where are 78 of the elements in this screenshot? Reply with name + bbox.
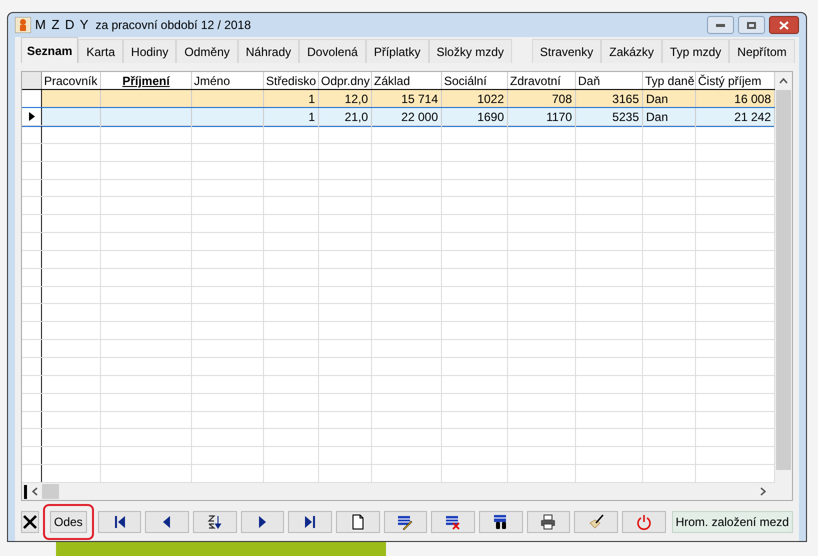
close-icon: [779, 20, 789, 30]
toolbar-button[interactable]: Odes: [50, 511, 87, 533]
tab[interactable]: Zakázky: [601, 39, 662, 63]
column-header[interactable]: Jméno: [192, 72, 264, 89]
column-header[interactable]: Příjmení: [101, 72, 192, 89]
toolbar-button[interactable]: [384, 511, 428, 533]
table-cell-text: 21 242: [733, 109, 771, 126]
column-header[interactable]: Středisko: [264, 72, 319, 89]
table-cell-text: 1690: [476, 109, 504, 126]
close-button[interactable]: [769, 16, 799, 34]
tab[interactable]: Typ mzdy: [662, 39, 730, 63]
scrollbar-thumb[interactable]: [42, 484, 59, 499]
table-cell-text: 21,0: [344, 109, 368, 126]
vertical-scrollbar[interactable]: [775, 72, 792, 483]
tab[interactable]: Dovolená: [299, 39, 366, 63]
table-cell-text: Dan: [646, 91, 670, 108]
table-cell-text: 16 008: [733, 91, 771, 108]
new-document-icon: [350, 514, 366, 530]
toolbar-button[interactable]: [240, 511, 284, 533]
column-header[interactable]: Pracovník: [42, 72, 101, 89]
window-title: M Z D Y: [35, 16, 90, 34]
tab[interactable]: Příplatky: [366, 39, 429, 63]
toolbar-button[interactable]: Hrom. založení mezd: [672, 511, 793, 533]
column-header[interactable]: Daň: [576, 72, 643, 89]
toolbar-button[interactable]: [21, 511, 39, 533]
printer-icon: [540, 514, 556, 530]
toolbar-button[interactable]: [145, 511, 189, 533]
toolbar-button[interactable]: [288, 511, 332, 533]
table-cell-text: 1: [307, 109, 315, 126]
delete-record-icon: [445, 514, 462, 530]
table-cell-text: 3165: [611, 91, 639, 108]
tab[interactable]: Hodiny: [123, 39, 176, 63]
app-icon: [15, 17, 31, 33]
maximize-button[interactable]: [738, 16, 765, 34]
column-header[interactable]: Typ daně: [643, 72, 696, 89]
scroll-right-icon: [760, 487, 766, 496]
scroll-up-icon: [779, 78, 788, 84]
window-subtitle: za pracovní období 12 / 2018: [95, 17, 251, 34]
tab[interactable]: Stravenky: [532, 39, 602, 63]
table-row[interactable]: 1 21,0 22 000 1690 1170 5235 Dan 21 242: [22, 108, 775, 126]
toolbar-button[interactable]: [526, 511, 570, 533]
tab[interactable]: Náhrady: [238, 39, 300, 63]
toolbar-button[interactable]: [478, 511, 523, 533]
table-cell-text: 15 714: [400, 91, 438, 108]
column-header[interactable]: Sociální: [442, 72, 508, 89]
scroll-left-icon: [32, 487, 38, 496]
table-cell-text: 22 000: [400, 109, 438, 126]
power-icon: [636, 514, 652, 530]
sort-icon: [206, 514, 223, 530]
table-cell-text: Dan: [646, 109, 670, 126]
table-cell-text: 1170: [545, 109, 572, 126]
column-header[interactable]: Odpr.dny: [319, 72, 372, 89]
row-pointer-icon: [28, 112, 34, 121]
toolbar-button[interactable]: [431, 511, 475, 533]
tab[interactable]: Karta: [78, 39, 124, 63]
toolbar-button[interactable]: [98, 511, 142, 533]
close-icon: [22, 514, 38, 530]
tab[interactable]: Odměny: [176, 39, 238, 63]
horizontal-scrollbar[interactable]: [22, 483, 792, 500]
table-cell-text: 708: [550, 91, 572, 108]
pen-tool-icon: [588, 514, 604, 530]
toolbar-button[interactable]: [193, 511, 237, 533]
column-header[interactable]: Zdravotní: [508, 72, 576, 89]
toolbar-button[interactable]: [336, 511, 380, 533]
table-row[interactable]: 1 12,0 15 714 1022 708 3165 Dan 16 008: [22, 90, 775, 108]
table-cell-text: 12,0: [344, 91, 368, 108]
tab[interactable]: Nepřítom: [729, 39, 795, 63]
binoculars-icon: [492, 514, 509, 530]
edit-record-icon: [397, 514, 414, 530]
tab[interactable]: Seznam: [21, 37, 78, 63]
scrollbar-thumb[interactable]: [776, 90, 791, 470]
minimize-button[interactable]: [707, 16, 734, 34]
header-corner: [22, 72, 42, 89]
table-cell-text: 1022: [476, 91, 504, 108]
table-cell-text: 5235: [611, 109, 639, 126]
table-cell-text: 1: [307, 91, 315, 108]
tab[interactable]: Složky mzdy: [428, 39, 512, 63]
column-header[interactable]: Základ: [372, 72, 442, 89]
